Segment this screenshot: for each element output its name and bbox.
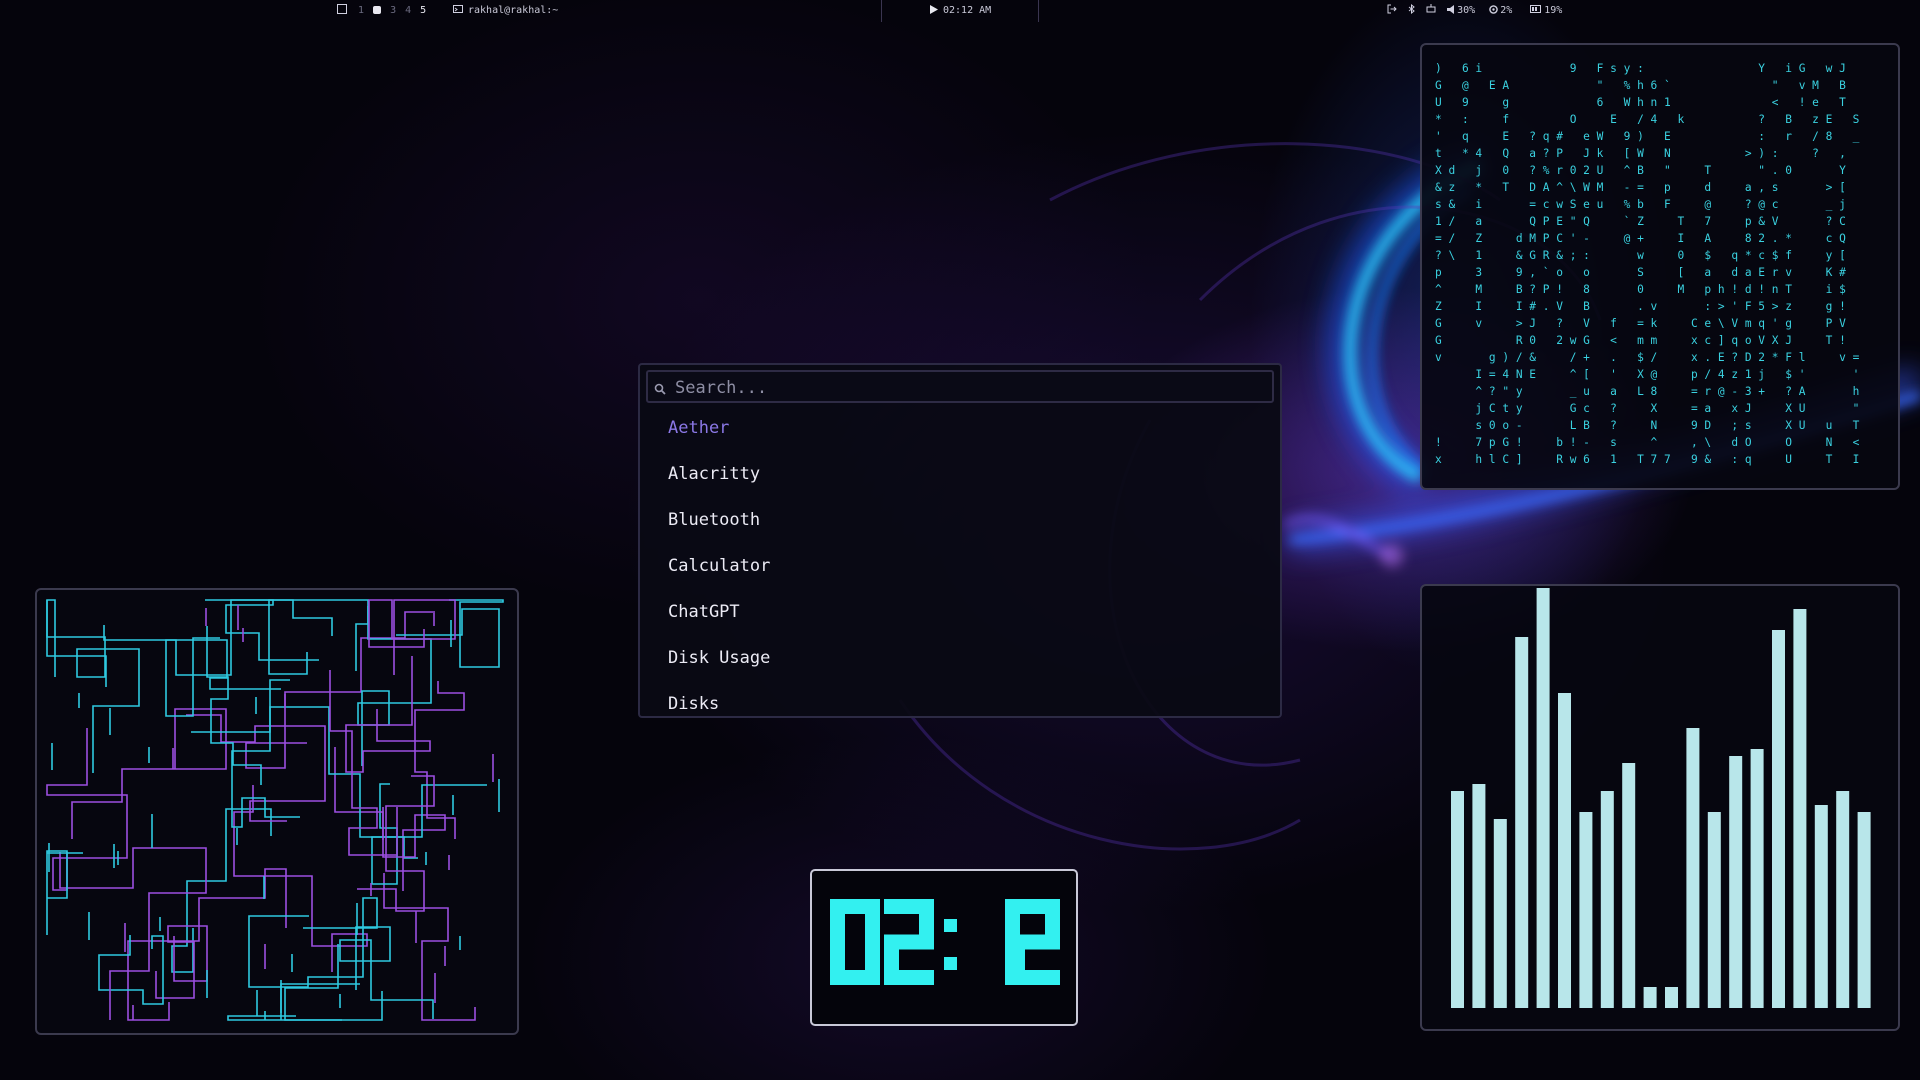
cpu-icon xyxy=(1489,4,1498,18)
workspace-5[interactable]: 5 xyxy=(420,5,426,16)
visualizer-bar xyxy=(1493,819,1507,1008)
pipe-segment xyxy=(46,728,128,891)
workspace-4[interactable]: 4 xyxy=(405,5,411,16)
terminal-icon xyxy=(453,4,463,18)
bluetooth-icon[interactable] xyxy=(1408,3,1415,18)
workspace-1[interactable]: 1 xyxy=(358,5,364,16)
pipe-segment xyxy=(205,599,319,661)
visualizer-bar xyxy=(1729,756,1743,1008)
visualizer-bar xyxy=(1579,812,1593,1008)
visualizer-bar xyxy=(1472,784,1486,1008)
memory-icon xyxy=(1530,4,1542,18)
visualizer-bar xyxy=(1665,987,1678,1008)
search-icon xyxy=(654,380,666,399)
launcher-item-alacritty[interactable]: Alacritty xyxy=(668,462,760,486)
visualizer-bar xyxy=(1772,630,1785,1008)
app-launcher: Aether Alacritty Bluetooth Calculator Ch… xyxy=(638,363,1282,718)
visualizer-bar xyxy=(1686,728,1700,1008)
pipe-segment xyxy=(171,808,272,973)
clock-digit-segment xyxy=(884,970,934,985)
memory-usage: 19% xyxy=(1544,5,1563,16)
launcher-item-aether[interactable]: Aether xyxy=(668,416,729,440)
topbar-clock: 02:12 AM xyxy=(943,5,992,16)
workspace-2[interactable] xyxy=(373,5,382,16)
top-bar: 1 345 rakhal@rakhal:~ 02:12 AM 30% 2% 19% xyxy=(0,0,1920,22)
matrix-rain-text: ) 6 i 9 F s y : Y i G w J G @ E A " % h … xyxy=(1435,62,1860,466)
clock-digits xyxy=(830,899,1060,985)
visualizer-bar xyxy=(1622,763,1636,1008)
visualizer-bar xyxy=(1536,588,1550,1008)
pipe-segment xyxy=(233,785,368,972)
clock-digit-segment xyxy=(830,942,845,985)
network-icon[interactable] xyxy=(1426,4,1436,18)
clock-widget xyxy=(810,869,1078,1026)
visualizer-bar xyxy=(1451,791,1464,1008)
visualizer-bar xyxy=(1814,805,1828,1008)
clock-colon xyxy=(944,919,957,932)
visualizer-bar xyxy=(1707,812,1721,1008)
launcher-item-disk-usage[interactable]: Disk Usage xyxy=(668,646,770,670)
search-input[interactable] xyxy=(673,374,1267,402)
cpu-usage: 2% xyxy=(1500,5,1513,16)
pipe-segment xyxy=(231,679,300,828)
visualizer-bar xyxy=(1750,749,1764,1008)
launcher-item-chatgpt[interactable]: ChatGPT xyxy=(668,600,740,624)
bar-divider xyxy=(1038,0,1039,22)
pipes-animation xyxy=(46,599,504,1021)
audio-visualizer xyxy=(1420,584,1900,1031)
clock-colon xyxy=(944,957,957,970)
pipe-segment xyxy=(46,600,140,773)
media-clock[interactable]: 02:12 AM xyxy=(930,4,991,18)
pipe-segment xyxy=(383,873,476,1021)
clock-digit-segment xyxy=(865,899,880,942)
search-box[interactable] xyxy=(646,370,1274,403)
volume-level: 30% xyxy=(1457,5,1476,16)
clock-digit-segment xyxy=(830,899,845,942)
visualizer-bar xyxy=(1558,693,1571,1008)
status-tray: 30% 2% 19% xyxy=(1387,3,1563,18)
launcher-item-disks[interactable]: Disks xyxy=(668,692,719,716)
volume-icon[interactable] xyxy=(1447,4,1455,18)
launcher-item-bluetooth[interactable]: Bluetooth xyxy=(668,508,760,532)
visualizer-bar xyxy=(1515,637,1529,1008)
pipes-terminal xyxy=(35,588,519,1035)
workspace-3[interactable]: 3 xyxy=(390,5,396,16)
visualizer-bar xyxy=(1600,791,1614,1008)
visualizer-bar xyxy=(1857,812,1871,1008)
logout-icon[interactable] xyxy=(1387,4,1397,18)
pipe-segment xyxy=(339,926,434,1019)
pipe-segment xyxy=(59,847,207,1020)
pipe-segment xyxy=(98,935,164,1005)
pipe-segment xyxy=(284,944,383,1021)
visualizer-bar xyxy=(1643,987,1657,1008)
window-title: rakhal@rakhal:~ xyxy=(468,5,559,16)
pipe-segment xyxy=(206,626,262,785)
visualizer-bar xyxy=(1836,791,1850,1008)
pipe-segment xyxy=(268,599,369,675)
workspace-switcher: 1 345 xyxy=(337,4,435,18)
visualizer-bar xyxy=(1793,609,1807,1008)
visualizer-bars xyxy=(1451,588,1871,1008)
pipe-segment xyxy=(71,708,227,839)
bar-divider xyxy=(881,0,882,22)
matrix-terminal: ) 6 i 9 F s y : Y i G w J G @ E A " % h … xyxy=(1420,43,1900,490)
layout-icon[interactable] xyxy=(337,4,347,18)
launcher-item-calculator[interactable]: Calculator xyxy=(668,554,770,578)
clock-digit-segment xyxy=(1010,970,1060,985)
play-icon[interactable] xyxy=(930,4,938,18)
pipe-segment xyxy=(371,783,418,885)
active-window: rakhal@rakhal:~ xyxy=(453,4,558,18)
